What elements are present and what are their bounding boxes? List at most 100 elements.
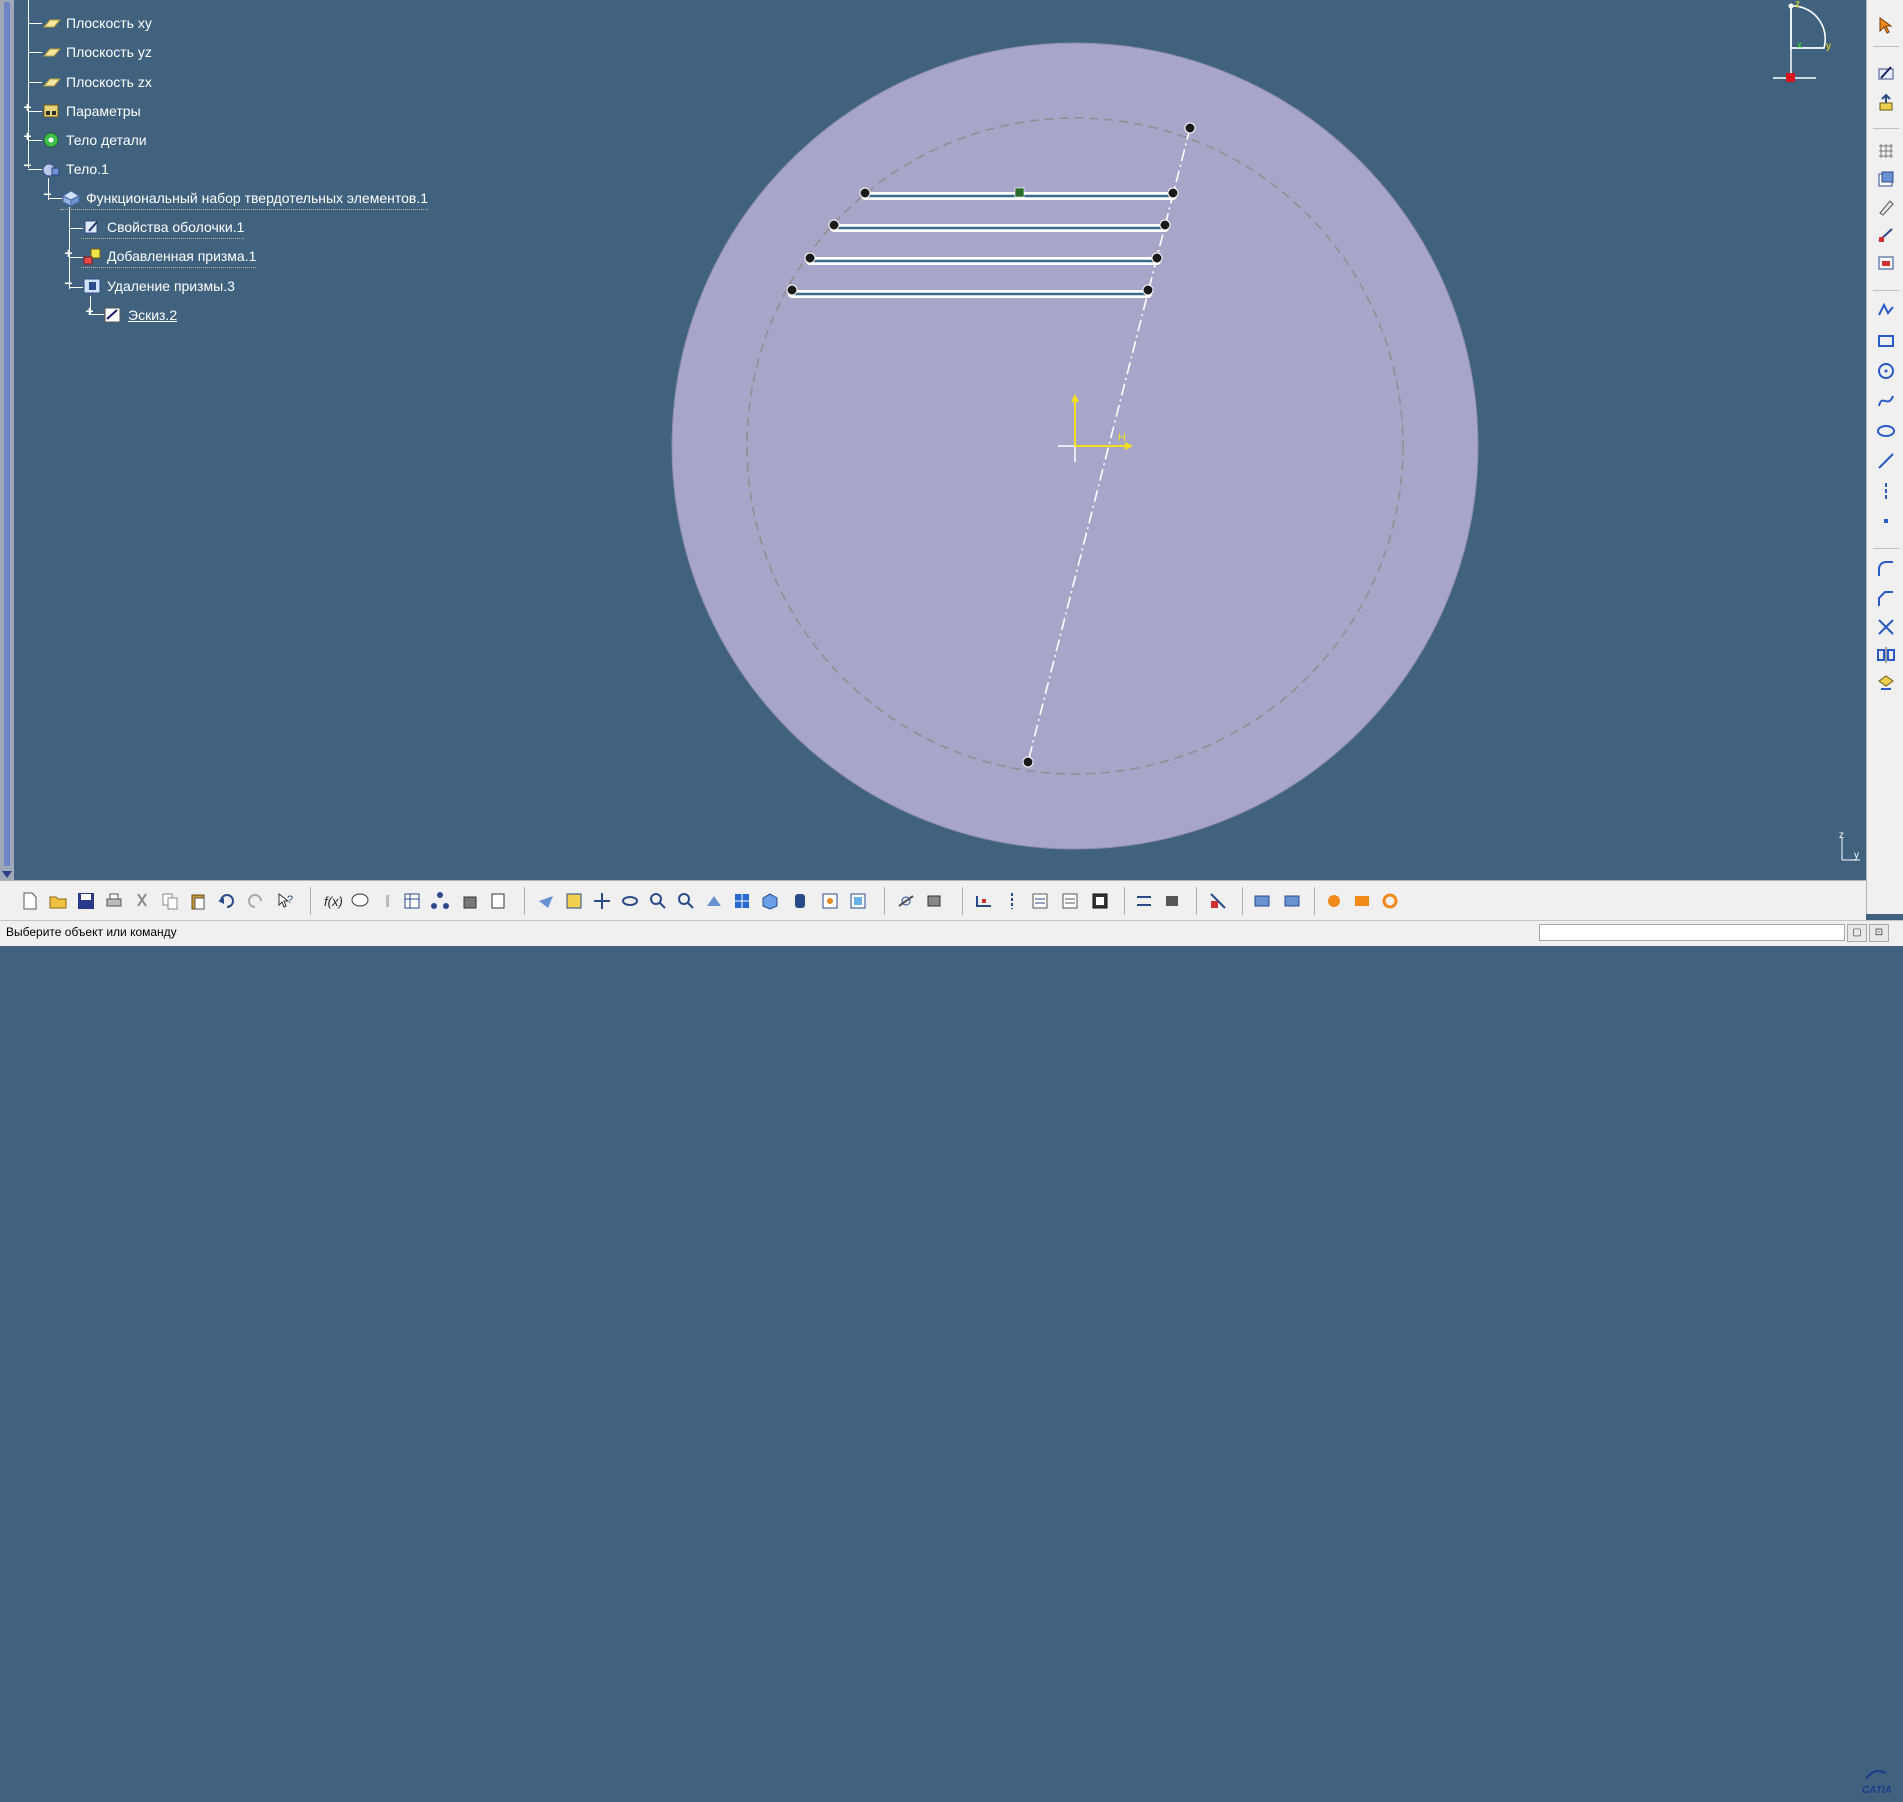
zoom-out-icon[interactable]: [674, 889, 698, 913]
open-icon[interactable]: [46, 889, 70, 913]
command-input[interactable]: [1539, 924, 1845, 941]
spline-icon[interactable]: [1875, 390, 1897, 412]
collapse-toggle[interactable]: −: [22, 158, 33, 172]
hide-show-icon[interactable]: [818, 889, 842, 913]
3d-viewport[interactable]: H + + − − + − + Плоскость xy Плоскость y…: [0, 0, 1866, 880]
coincidence-marker[interactable]: [1022, 756, 1034, 768]
geometric-constraint-icon[interactable]: [1088, 889, 1112, 913]
coincidence-marker[interactable]: [859, 187, 871, 199]
expand-toggle[interactable]: +: [22, 100, 33, 114]
chamfer-icon[interactable]: [1875, 588, 1897, 610]
comment-icon[interactable]: [348, 889, 372, 913]
whats-this-icon[interactable]: ?: [274, 889, 298, 913]
rotate-icon[interactable]: [618, 889, 642, 913]
output-icon[interactable]: [1322, 889, 1346, 913]
sketch-analysis-icon[interactable]: [894, 889, 918, 913]
sketch-icon[interactable]: [1875, 62, 1897, 84]
project-icon[interactable]: [1875, 672, 1897, 694]
normal-view-icon[interactable]: [702, 889, 726, 913]
compass[interactable]: z x y: [1766, 0, 1836, 84]
tree-item-parameters[interactable]: Параметры: [40, 100, 141, 122]
coincidence-marker[interactable]: [1167, 187, 1179, 199]
expand-toggle[interactable]: +: [63, 246, 74, 260]
paste-icon[interactable]: [186, 889, 210, 913]
coincidence-marker[interactable]: [1142, 284, 1154, 296]
swap-icon[interactable]: [846, 889, 870, 913]
collapse-toggle[interactable]: −: [63, 276, 74, 290]
command-options-button[interactable]: ⊡: [1869, 924, 1889, 942]
new-icon[interactable]: [18, 889, 42, 913]
multi-view-icon[interactable]: [730, 889, 754, 913]
tree-item-plane-yz[interactable]: Плоскость yz: [40, 41, 152, 63]
print-icon[interactable]: [102, 889, 126, 913]
coincidence-marker[interactable]: [1151, 252, 1163, 264]
sketch-solve-icon[interactable]: [922, 889, 946, 913]
tree-item-plane-zx[interactable]: Плоскость zx: [40, 71, 152, 93]
ellipse-icon[interactable]: [1875, 420, 1897, 442]
knowledge-icon[interactable]: [486, 889, 510, 913]
fly-icon[interactable]: [534, 889, 558, 913]
tools-icon[interactable]: [1350, 889, 1374, 913]
tree-item-functional-set[interactable]: Функциональный набор твердотельных элеме…: [60, 187, 429, 210]
constraint-icon[interactable]: [1875, 224, 1897, 246]
tree-item-pocket[interactable]: Удаление призмы.3: [81, 275, 235, 297]
grid-icon[interactable]: [1875, 140, 1897, 162]
circle-icon[interactable]: [1875, 360, 1897, 382]
mirror-icon[interactable]: [1875, 644, 1897, 666]
axis-icon[interactable]: [1875, 480, 1897, 502]
formula-icon[interactable]: f(x): [320, 889, 344, 913]
pan-icon[interactable]: [590, 889, 614, 913]
coincidence-marker[interactable]: [786, 284, 798, 296]
line-icon[interactable]: [1875, 450, 1897, 472]
pencil-icon[interactable]: [1875, 196, 1897, 218]
tree-item-part-body[interactable]: Тело детали: [40, 129, 147, 151]
corner-icon[interactable]: [1875, 558, 1897, 580]
analysis-icon[interactable]: [1378, 889, 1402, 913]
rectangle-icon[interactable]: [1875, 330, 1897, 352]
shading-icon[interactable]: [788, 889, 812, 913]
expand-toggle[interactable]: +: [84, 304, 95, 318]
dimensional-constraint-icon[interactable]: [1132, 889, 1156, 913]
hierarchy-icon[interactable]: [428, 889, 452, 913]
command-history-button[interactable]: ▢: [1847, 924, 1867, 942]
copy-icon[interactable]: [158, 889, 182, 913]
coincidence-marker[interactable]: [1159, 219, 1171, 231]
point-icon[interactable]: [1875, 510, 1897, 532]
cut-part-icon[interactable]: [1250, 889, 1274, 913]
exit-workbench-icon[interactable]: [1160, 889, 1184, 913]
2d-visualization-icon[interactable]: [1206, 889, 1230, 913]
tree-item-added-pad[interactable]: Добавленная призма.1: [81, 245, 257, 268]
tree-item-shell-properties[interactable]: Свойства оболочки.1: [81, 216, 245, 239]
coincidence-marker[interactable]: [828, 219, 840, 231]
construction-icon[interactable]: [1875, 168, 1897, 190]
specification-tree[interactable]: + + − − + − + Плоскость xy Плоскость yz …: [14, 0, 494, 330]
lock-icon[interactable]: [376, 889, 400, 913]
tree-item-body-1[interactable]: Тело.1: [40, 158, 109, 180]
profile-icon[interactable]: [972, 889, 996, 913]
snap-icon[interactable]: [1028, 889, 1052, 913]
coincidence-marker[interactable]: [804, 252, 816, 264]
cut-icon[interactable]: [130, 889, 154, 913]
zoom-in-icon[interactable]: [646, 889, 670, 913]
table-icon[interactable]: [400, 889, 424, 913]
expand-toggle[interactable]: +: [22, 129, 33, 143]
horizontal-constraint-icon[interactable]: [1014, 187, 1025, 198]
exit-sketch-icon[interactable]: [1875, 92, 1897, 114]
trim-icon[interactable]: [1875, 616, 1897, 638]
select-icon[interactable]: [1875, 14, 1897, 36]
collapse-toggle[interactable]: −: [42, 187, 53, 201]
undo-icon[interactable]: [214, 889, 238, 913]
catalog-icon[interactable]: [458, 889, 482, 913]
construction-icon[interactable]: [1058, 889, 1082, 913]
redo-icon[interactable]: [244, 889, 268, 913]
save-icon[interactable]: [74, 889, 98, 913]
grid-icon[interactable]: [1000, 889, 1024, 913]
fit-all-icon[interactable]: [562, 889, 586, 913]
iso-view-icon[interactable]: [758, 889, 782, 913]
tree-item-sketch-2[interactable]: Эскиз.2: [102, 304, 177, 326]
tree-item-plane-xy[interactable]: Плоскость xy: [40, 12, 152, 34]
diagnosis-icon[interactable]: [1280, 889, 1304, 913]
profile-icon[interactable]: [1875, 300, 1897, 322]
coincidence-marker[interactable]: [1184, 122, 1196, 134]
animate-constraint-icon[interactable]: [1875, 252, 1897, 274]
